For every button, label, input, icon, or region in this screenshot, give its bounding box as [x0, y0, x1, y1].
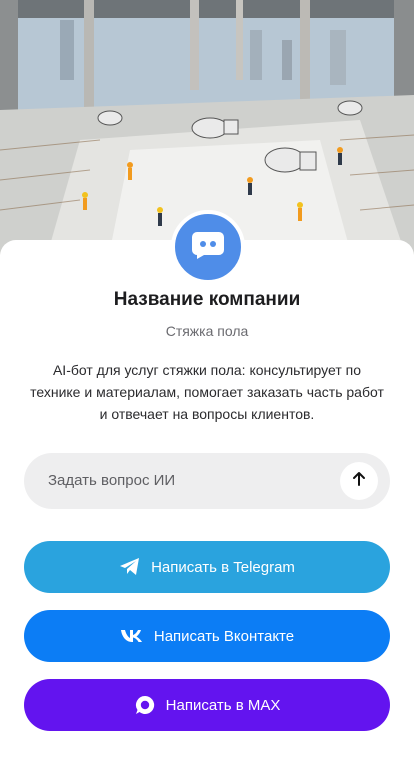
telegram-icon — [119, 557, 141, 577]
telegram-button[interactable]: Написать в Telegram — [24, 541, 390, 593]
company-name: Название компании — [113, 289, 301, 310]
company-description: AI-бот для услуг стяжки пола: консультир… — [30, 362, 384, 422]
chat-bot-icon — [191, 230, 225, 265]
vk-button-label: Написать Вконтакте — [153, 627, 295, 645]
max-icon — [134, 694, 156, 716]
avatar — [171, 210, 245, 284]
max-button[interactable]: Написать в MAX — [24, 679, 390, 731]
vk-button[interactable]: Написать Вконтакте — [24, 610, 390, 662]
arrow-up-icon — [351, 471, 367, 492]
ask-ai-placeholder: Задать вопрос ИИ — [48, 472, 176, 489]
ask-ai-input[interactable]: Задать вопрос ИИ — [24, 453, 390, 509]
send-button[interactable] — [340, 462, 378, 500]
vk-icon — [120, 629, 144, 643]
company-category: Стяжка пола — [165, 323, 249, 339]
telegram-button-label: Написать в Telegram — [151, 558, 295, 576]
max-button-label: Написать в MAX — [165, 696, 281, 714]
